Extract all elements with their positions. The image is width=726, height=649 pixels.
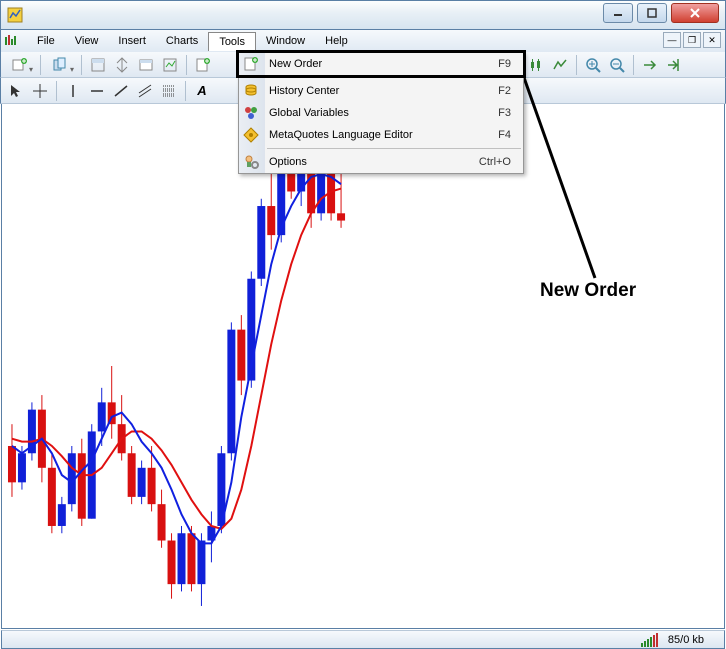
crosshair-button[interactable]	[29, 80, 51, 102]
mdi-minimize-button[interactable]: —	[663, 32, 681, 48]
options-icon	[243, 154, 259, 170]
traffic-label: 85/0 kb	[668, 634, 704, 646]
menu-charts[interactable]: Charts	[156, 32, 208, 50]
new-order-icon	[243, 56, 259, 72]
channel-button[interactable]	[134, 80, 156, 102]
terminal-button[interactable]	[135, 54, 157, 76]
menu-item-label: Options	[269, 156, 479, 168]
chart-window-icon	[3, 33, 19, 49]
menu-window[interactable]: Window	[256, 32, 315, 50]
global-variables-icon	[243, 105, 259, 121]
chart-area[interactable]	[1, 104, 725, 629]
zoom-in-button[interactable]	[582, 54, 604, 76]
menu-file[interactable]: File	[27, 32, 65, 50]
menu-insert[interactable]: Insert	[108, 32, 156, 50]
menu-item-metaquotes-editor[interactable]: MetaQuotes Language Editor F4	[239, 124, 523, 146]
app-icon	[7, 7, 23, 23]
menu-item-label: MetaQuotes Language Editor	[269, 129, 498, 141]
metaquotes-editor-icon	[243, 127, 259, 143]
cursor-button[interactable]	[5, 80, 27, 102]
connection-indicator-icon	[641, 633, 658, 647]
menu-view[interactable]: View	[65, 32, 109, 50]
strategy-tester-button[interactable]	[159, 54, 181, 76]
new-chart-button[interactable]	[5, 54, 35, 76]
annotation-label: New Order	[540, 280, 636, 302]
horizontal-line-button[interactable]	[86, 80, 108, 102]
window-controls	[603, 3, 719, 23]
mdi-close-button[interactable]: ✕	[703, 32, 721, 48]
fibonacci-button[interactable]	[158, 80, 180, 102]
menu-item-label: New Order	[269, 58, 498, 70]
chart-shift-button[interactable]	[663, 54, 685, 76]
menu-item-options[interactable]: Options Ctrl+O	[239, 151, 523, 173]
price-chart	[2, 104, 724, 628]
profiles-button[interactable]	[46, 54, 76, 76]
menu-help[interactable]: Help	[315, 32, 358, 50]
market-watch-button[interactable]	[87, 54, 109, 76]
close-button[interactable]	[671, 3, 719, 23]
menu-bar: File View Insert Charts Tools Window Hel…	[0, 30, 726, 52]
menu-item-shortcut: F9	[498, 58, 523, 70]
maximize-button[interactable]	[637, 3, 667, 23]
menu-item-shortcut: Ctrl+O	[479, 156, 523, 168]
navigator-button[interactable]	[111, 54, 133, 76]
text-button[interactable]: A	[191, 80, 213, 102]
zoom-out-button[interactable]	[606, 54, 628, 76]
line-chart-button[interactable]	[549, 54, 571, 76]
tools-dropdown-menu: New Order F9 History Center F2 Global Va…	[238, 52, 524, 174]
menu-item-shortcut: F3	[498, 107, 523, 119]
candlestick-button[interactable]	[525, 54, 547, 76]
menu-item-shortcut: F2	[498, 85, 523, 97]
menu-item-new-order[interactable]: New Order F9	[239, 53, 523, 75]
menu-item-label: Global Variables	[269, 107, 498, 119]
mdi-restore-button[interactable]: ❐	[683, 32, 701, 48]
menu-tools[interactable]: Tools	[208, 32, 256, 51]
trendline-button[interactable]	[110, 80, 132, 102]
vertical-line-button[interactable]	[62, 80, 84, 102]
window-titlebar	[0, 0, 726, 30]
auto-scroll-button[interactable]	[639, 54, 661, 76]
menu-item-global-variables[interactable]: Global Variables F3	[239, 102, 523, 124]
minimize-button[interactable]	[603, 3, 633, 23]
menu-item-history-center[interactable]: History Center F2	[239, 80, 523, 102]
status-bar: 85/0 kb	[1, 630, 725, 649]
history-center-icon	[243, 83, 259, 99]
new-order-button[interactable]	[192, 54, 214, 76]
menu-item-label: History Center	[269, 85, 498, 97]
menu-item-shortcut: F4	[498, 129, 523, 141]
